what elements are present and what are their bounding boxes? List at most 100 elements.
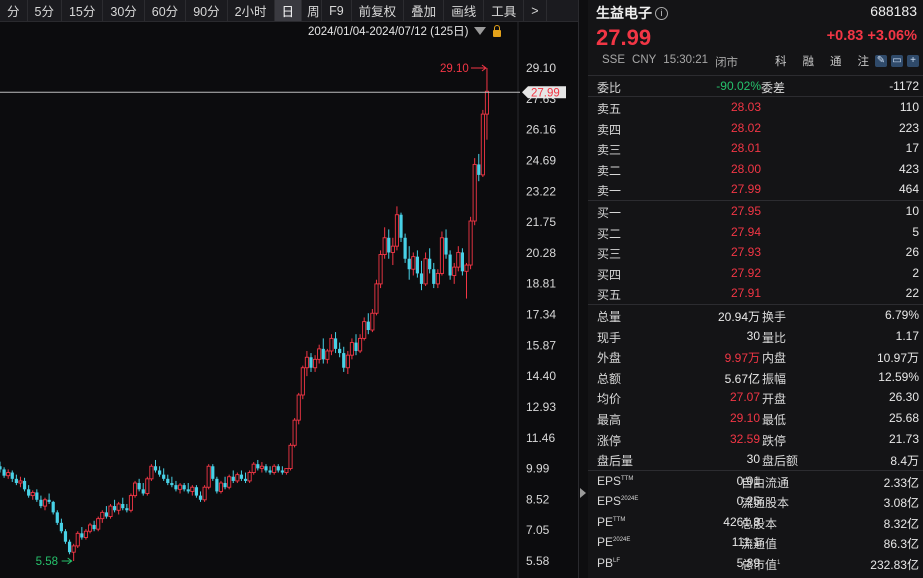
date-range-label[interactable]: 2024/01/04-2024/07/12 (125日): [308, 23, 468, 39]
market-status: 闭市: [715, 57, 739, 69]
candle: [423, 252, 428, 286]
exchange-label: SSE: [602, 54, 626, 66]
stat-label: 振幅: [762, 371, 787, 386]
toolbar-button-6[interactable]: 2小时: [228, 0, 275, 21]
date-range-selector[interactable]: 2024/01/04-2024/07/12 (125日): [308, 23, 502, 39]
level-volume: 110: [899, 100, 919, 114]
candle: [382, 227, 387, 259]
bids-row[interactable]: 买五 27.91 22: [588, 283, 923, 304]
candle: [27, 485, 31, 498]
candle: [128, 493, 133, 513]
stock-flags: 科 融 通 注 ✎ ▭ +: [769, 53, 919, 69]
candle: [186, 483, 190, 494]
level-label: 卖五: [597, 102, 622, 116]
toolbar-button-11[interactable]: 叠加: [404, 0, 445, 21]
candle: [211, 464, 215, 481]
toolbar-button-3[interactable]: 30分: [103, 0, 145, 21]
candle: [394, 206, 399, 251]
candlestick-chart[interactable]: 29.1027.6326.1624.6923.2221.7520.2818.81…: [0, 0, 578, 578]
toolbar-button-0[interactable]: 分: [0, 0, 28, 21]
stock-name-group[interactable]: 生益电子 i: [596, 3, 668, 23]
candle: [0, 461, 2, 473]
level-price: 27.95: [730, 203, 761, 218]
last-price: 27.99: [596, 25, 652, 50]
fundamental-value: 232.83亿: [870, 557, 919, 572]
stat-value: 32.59: [729, 431, 760, 446]
candle: [325, 348, 330, 364]
add-icon[interactable]: +: [907, 55, 919, 67]
candle: [448, 250, 452, 280]
stock-name: 生益电子: [596, 5, 652, 21]
toolbar-button-13[interactable]: 工具: [484, 0, 525, 21]
candle: [411, 252, 416, 276]
level-label: 买三: [597, 247, 622, 262]
bids-row[interactable]: 买二 27.94 5: [588, 222, 923, 243]
y-tick-label: 5.58: [526, 554, 550, 568]
fundamental-row: 股息率TTM-总市值2232.83亿: [588, 573, 923, 578]
bids-row[interactable]: 买一 27.95 10: [588, 201, 923, 222]
level-volume: 17: [905, 141, 919, 156]
toolbar-button-12[interactable]: 画线: [444, 0, 485, 21]
trade-stats: 总量 20.94万 换手 6.79% 现手 30 量比 1.17 外盘 9.97万 内盘 10.97万…: [588, 305, 923, 471]
candle: [358, 334, 363, 354]
dropdown-triangle-icon[interactable]: [474, 27, 487, 35]
info-icon[interactable]: i: [655, 6, 668, 20]
stat-label: 总量: [597, 309, 622, 324]
toolbar-button-1[interactable]: 5分: [28, 0, 62, 21]
level-price: 28.03: [730, 100, 761, 114]
collapse-arrow-icon[interactable]: [580, 488, 586, 498]
asks-row[interactable]: 卖五 28.03 110: [588, 97, 923, 118]
toolbar-button-5[interactable]: 90分: [186, 0, 228, 21]
fundamental-label: 自由流通: [741, 475, 790, 490]
layout-icon[interactable]: ▭: [891, 55, 903, 67]
toolbar-button-10[interactable]: 前复权: [352, 0, 405, 21]
toolbar-button-7[interactable]: 日: [274, 0, 303, 21]
stat-row: 盘后量 30 盘后额 8.4万: [588, 449, 923, 470]
candle: [190, 485, 195, 496]
market-meta: SSE CNY 15:30:21 闭市: [602, 54, 738, 70]
asks-row[interactable]: 卖四 28.02 223: [588, 118, 923, 139]
chart-panel[interactable]: 29.10 27.63 26.16 24.69 23.22 21.75 20.28 18.81…: [0, 0, 578, 578]
price-change: +0.83 +3.06%: [827, 28, 917, 44]
stat-value: 21.73: [888, 431, 919, 446]
asks-row[interactable]: 卖二 28.00 423: [588, 159, 923, 180]
candle: [174, 480, 178, 492]
candle: [162, 468, 166, 481]
candle: [403, 233, 407, 263]
toolbar-button-9[interactable]: F9: [322, 0, 352, 21]
candle: [157, 466, 162, 477]
candle: [235, 472, 240, 484]
candle: [80, 527, 84, 540]
level-label: 买二: [597, 226, 622, 241]
toolbar-button-8[interactable]: 周: [302, 0, 323, 21]
candle: [67, 539, 72, 555]
stat-row: 外盘 9.97万 内盘 10.97万: [588, 346, 923, 367]
candle: [374, 279, 379, 316]
y-tick-label: 9.99: [526, 462, 550, 476]
toolbar-button-2[interactable]: 15分: [62, 0, 104, 21]
candle: [83, 529, 88, 540]
lock-icon[interactable]: [492, 25, 502, 37]
stat-value: 26.30: [888, 390, 919, 405]
fundamental-row: PE2024E 111.1 流通值 86.3亿: [588, 532, 923, 553]
flag-registered: 注: [857, 56, 870, 68]
bids-row[interactable]: 买三 27.93 26: [588, 242, 923, 263]
y-tick-label: 24.69: [526, 153, 556, 167]
asks-row[interactable]: 卖三 28.01 17: [588, 138, 923, 159]
stat-label: 盘后量: [597, 454, 634, 469]
asks-row[interactable]: 卖一 27.99 464: [588, 179, 923, 200]
candle: [39, 495, 43, 509]
candle: [390, 237, 395, 266]
y-tick-label: 29.10: [526, 61, 556, 75]
edit-icon[interactable]: ✎: [875, 55, 887, 67]
toolbar-button-4[interactable]: 60分: [145, 0, 187, 21]
fundamental-label: 总市值1: [741, 557, 781, 572]
bids-row[interactable]: 买四 27.92 2: [588, 263, 923, 284]
fundamental-row: PETTM 4261.8 总股本 8.32亿: [588, 512, 923, 533]
period-toolbar: 分 5分 15分 30分 60分 90分 2小时日周 F9 前复权 叠加 画线 工具 >: [0, 0, 578, 22]
candle: [178, 483, 183, 494]
candle: [338, 342, 342, 358]
level-label: 买一: [597, 205, 622, 220]
toolbar-button-14[interactable]: >: [524, 0, 547, 21]
candle: [472, 158, 477, 226]
